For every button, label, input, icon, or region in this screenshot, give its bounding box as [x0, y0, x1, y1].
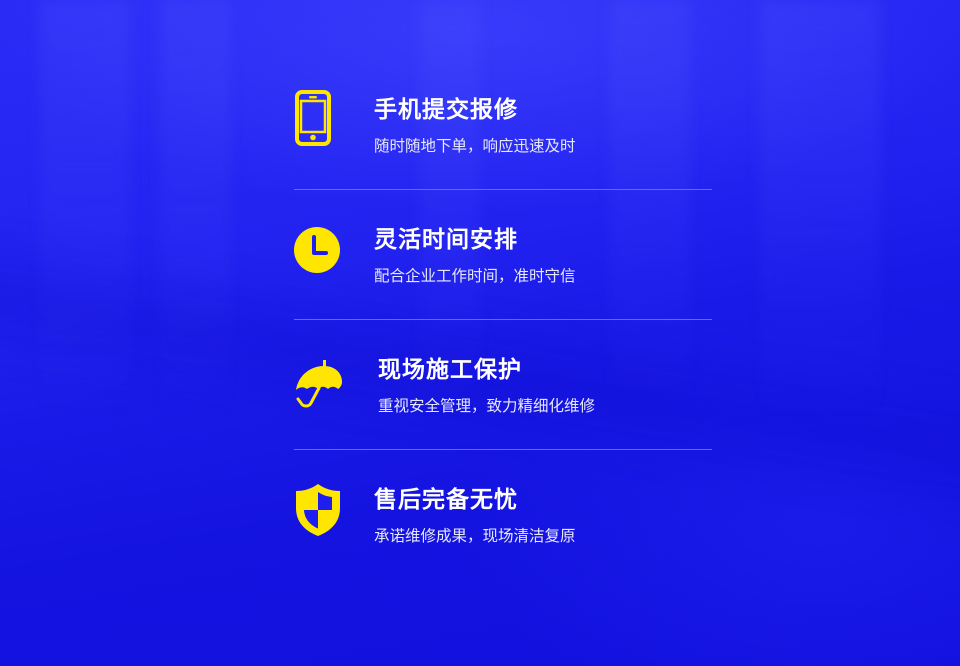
feature-item-after-sales: 售后完备无忧 承诺维修成果，现场清洁复原: [294, 478, 712, 608]
feature-description: 配合企业工作时间，准时守信: [374, 267, 576, 285]
divider: [294, 189, 712, 190]
phone-icon: [294, 90, 342, 146]
feature-title: 现场施工保护: [378, 357, 522, 383]
feature-description: 随时随地下单，响应迅速及时: [374, 137, 576, 155]
divider: [294, 449, 712, 450]
feature-title: 灵活时间安排: [374, 227, 518, 253]
feature-item-flexible-time: 灵活时间安排 配合企业工作时间，准时守信: [294, 218, 712, 348]
feature-description: 承诺维修成果，现场清洁复原: [374, 527, 576, 545]
feature-item-site-protection: 现场施工保护 重视安全管理，致力精细化维修: [294, 348, 712, 478]
umbrella-icon: [294, 358, 342, 414]
clock-icon: [294, 226, 342, 282]
feature-title: 手机提交报修: [374, 97, 518, 123]
divider: [294, 319, 712, 320]
feature-item-mobile-repair: 手机提交报修 随时随地下单，响应迅速及时: [294, 88, 712, 218]
feature-title: 售后完备无忧: [374, 487, 518, 513]
feature-description: 重视安全管理，致力精细化维修: [378, 397, 596, 415]
shield-icon: [294, 482, 342, 538]
